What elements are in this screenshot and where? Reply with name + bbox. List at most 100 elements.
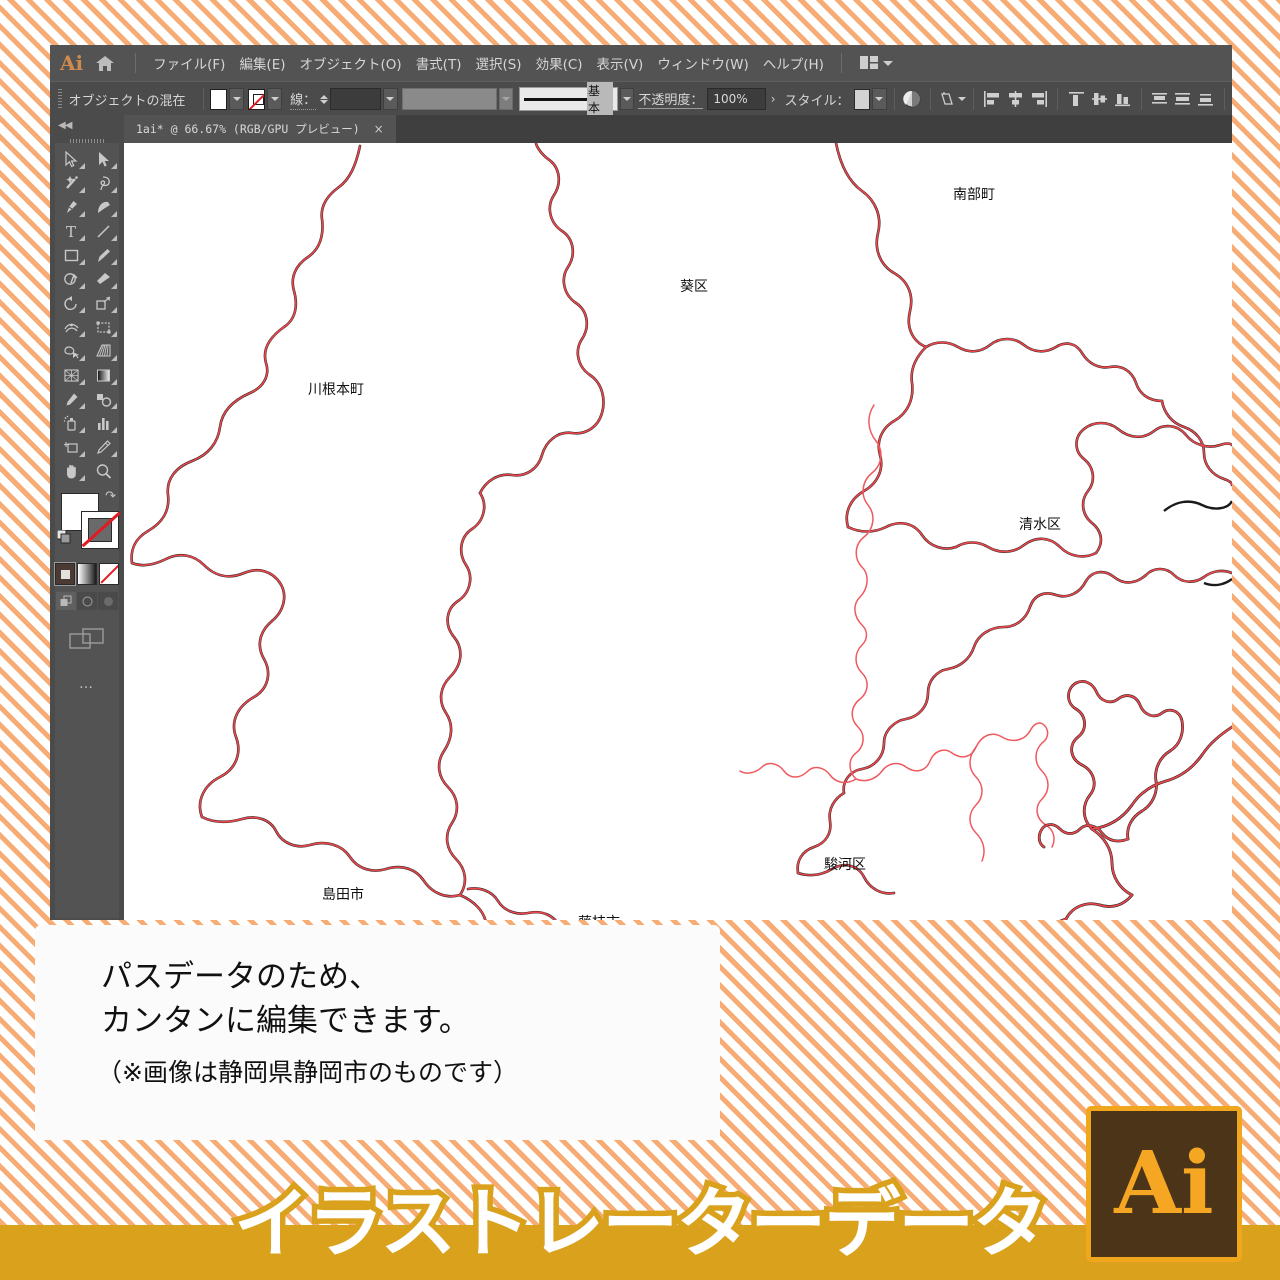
more-tools-icon[interactable]: …: [55, 676, 119, 692]
distribute-center-icon[interactable]: [1173, 88, 1192, 110]
chevron-down-icon: [882, 60, 893, 66]
rectangle-tool-icon[interactable]: [55, 243, 87, 267]
stroke-weight-dropdown[interactable]: [383, 88, 398, 110]
menu-item-edit[interactable]: 編集(E): [232, 50, 292, 76]
tool-panel-column: ◀◀ T ↷ …: [50, 115, 124, 920]
magic-wand-tool-icon[interactable]: [55, 171, 87, 195]
stroke-color-box[interactable]: [81, 511, 119, 549]
menu-item-effect[interactable]: 効果(C): [529, 50, 590, 76]
menu-item-window[interactable]: ウィンドウ(W): [650, 50, 755, 76]
lasso-tool-icon[interactable]: [87, 171, 119, 195]
type-tool-icon[interactable]: T: [55, 219, 87, 243]
curvature-tool-icon[interactable]: [87, 195, 119, 219]
divider-4: [973, 88, 974, 110]
map-label-kawanehon: 川根本町: [308, 382, 364, 398]
brush-definition-dropdown[interactable]: [619, 88, 635, 110]
draw-inside-icon[interactable]: [98, 592, 118, 610]
default-fill-stroke-icon[interactable]: [56, 529, 71, 544]
transform-chevron-icon[interactable]: [958, 97, 966, 101]
zoom-tool-icon[interactable]: [87, 459, 119, 483]
shape-builder-tool-icon[interactable]: [55, 339, 87, 363]
map-label-fujieda: 藤枝市: [578, 912, 620, 920]
none-icon[interactable]: [99, 563, 119, 585]
menu-bar: Ai ファイル(F) 編集(E) オブジェクト(O) 書式(T) 選択(S) 効…: [50, 45, 1232, 81]
ai-file-badge: Ai: [1086, 1106, 1242, 1262]
caption-card: パスデータのため、 カンタンに編集できます。 （※画像は静岡県静岡市のものです）: [35, 925, 720, 1140]
color-swatch-icon[interactable]: [54, 562, 76, 586]
gradient-icon[interactable]: [77, 563, 97, 585]
line-segment-tool-icon[interactable]: [87, 219, 119, 243]
menu-item-select[interactable]: 選択(S): [468, 50, 528, 76]
control-bar-grip[interactable]: [58, 89, 63, 109]
align-right-icon[interactable]: [1029, 88, 1048, 110]
shaper-tool-icon[interactable]: [55, 267, 87, 291]
scale-tool-icon[interactable]: [87, 291, 119, 315]
hand-tool-icon[interactable]: [55, 459, 87, 483]
align-center-horizontal-icon[interactable]: [1006, 88, 1025, 110]
object-type-label: オブジェクトの混在: [68, 93, 186, 109]
draw-normal-icon[interactable]: [56, 592, 76, 610]
stroke-weight-stepper[interactable]: [320, 94, 329, 104]
draw-behind-icon[interactable]: [77, 592, 97, 610]
gradient-tool-icon[interactable]: [87, 363, 119, 387]
home-icon[interactable]: [95, 54, 115, 72]
fill-color-swatch[interactable]: [210, 88, 228, 110]
artboard-tool-icon[interactable]: [55, 435, 87, 459]
swap-fill-stroke-icon[interactable]: ↷: [105, 489, 116, 504]
divider-7: [1224, 88, 1225, 110]
menu-item-type[interactable]: 書式(T): [409, 50, 469, 76]
brush-name: 基本: [587, 82, 613, 116]
align-bottom-icon[interactable]: [1113, 88, 1132, 110]
rotate-tool-icon[interactable]: [55, 291, 87, 315]
distribute-bottom-icon[interactable]: [1196, 88, 1215, 110]
mesh-tool-icon[interactable]: [55, 363, 87, 387]
change-screen-mode-icon[interactable]: [55, 628, 119, 654]
transform-icon[interactable]: [940, 88, 958, 110]
eraser-tool-icon[interactable]: [87, 267, 119, 291]
symbol-sprayer-tool-icon[interactable]: [55, 411, 87, 435]
blend-tool-icon[interactable]: [87, 387, 119, 411]
stroke-profile-input[interactable]: [402, 88, 497, 110]
map-artwork: [130, 143, 1232, 920]
divider-6: [1140, 88, 1142, 110]
menu-item-view[interactable]: 表示(V): [590, 50, 651, 76]
opacity-flyout-icon[interactable]: ›: [771, 92, 776, 106]
tool-grid: T: [55, 143, 119, 483]
distribute-top-icon[interactable]: [1150, 88, 1169, 110]
menu-item-help[interactable]: ヘルプ(H): [756, 50, 831, 76]
arrange-documents-button[interactable]: [859, 56, 893, 70]
pen-tool-icon[interactable]: [55, 195, 87, 219]
document-tab[interactable]: 1ai* @ 66.67% (RGB/GPU プレビュー) ×: [124, 115, 396, 143]
map-boundaries-dark: [130, 143, 605, 920]
recolor-artwork-icon[interactable]: [903, 88, 921, 110]
align-left-icon[interactable]: [983, 88, 1002, 110]
stroke-swatch-dropdown[interactable]: [267, 88, 283, 110]
fill-stroke-controls: ↷: [55, 489, 119, 559]
opacity-input[interactable]: 100%: [707, 88, 766, 110]
graphic-style-swatch[interactable]: [853, 88, 870, 110]
artboard-canvas[interactable]: 南部町 葵区 川根本町 清水区 駿河区 島田市 藤枝市: [124, 143, 1232, 920]
menu-item-file[interactable]: ファイル(F): [146, 50, 232, 76]
stroke-profile-dropdown[interactable]: [498, 88, 514, 110]
align-center-vertical-icon[interactable]: [1090, 88, 1109, 110]
paintbrush-tool-icon[interactable]: [87, 243, 119, 267]
selection-tool-icon[interactable]: [55, 147, 87, 171]
stroke-color-swatch[interactable]: [248, 88, 266, 110]
stroke-weight-input[interactable]: [330, 88, 382, 110]
control-bar: オブジェクトの混在 線： 基本 不透明度： 100% › スタイル：: [50, 81, 1232, 117]
graphic-style-dropdown[interactable]: [871, 88, 887, 110]
slice-tool-icon[interactable]: [87, 435, 119, 459]
width-tool-icon[interactable]: [55, 315, 87, 339]
fill-swatch-dropdown[interactable]: [229, 88, 244, 110]
brush-definition-box[interactable]: 基本: [519, 82, 618, 116]
menu-divider: [135, 53, 137, 73]
close-icon[interactable]: ×: [374, 122, 384, 136]
eyedropper-tool-icon[interactable]: [55, 387, 87, 411]
menu-item-object[interactable]: オブジェクト(O): [293, 50, 409, 76]
collapse-panel-icon[interactable]: ◀◀: [58, 120, 72, 131]
perspective-grid-tool-icon[interactable]: [87, 339, 119, 363]
direct-selection-tool-icon[interactable]: [87, 147, 119, 171]
align-top-icon[interactable]: [1067, 88, 1086, 110]
column-graph-tool-icon[interactable]: [87, 411, 119, 435]
free-transform-tool-icon[interactable]: [87, 315, 119, 339]
